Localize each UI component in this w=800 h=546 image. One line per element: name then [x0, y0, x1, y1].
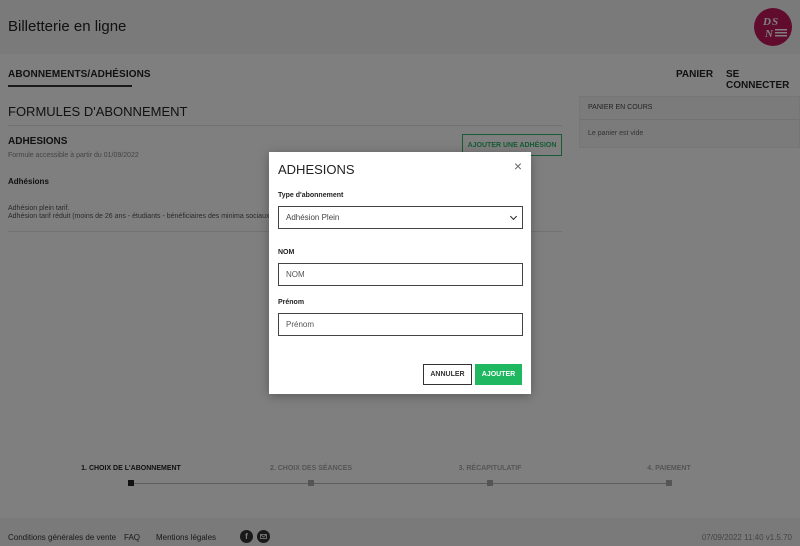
chevron-down-icon: [509, 212, 518, 220]
nom-input[interactable]: [278, 263, 523, 286]
type-select[interactable]: Adhésion Plein: [278, 206, 523, 229]
prenom-input[interactable]: [278, 313, 523, 336]
adhesion-modal: ADHESIONS × Type d'abonnement Adhésion P…: [269, 152, 531, 394]
modal-title: ADHESIONS: [278, 162, 355, 177]
type-select-value: Adhésion Plein: [286, 213, 340, 222]
nom-label: NOM: [278, 249, 295, 256]
cancel-button[interactable]: ANNULER: [423, 364, 472, 385]
type-label: Type d'abonnement: [278, 192, 344, 199]
close-icon[interactable]: ×: [514, 158, 522, 174]
submit-button[interactable]: AJOUTER: [475, 364, 522, 385]
prenom-label: Prénom: [278, 299, 305, 306]
